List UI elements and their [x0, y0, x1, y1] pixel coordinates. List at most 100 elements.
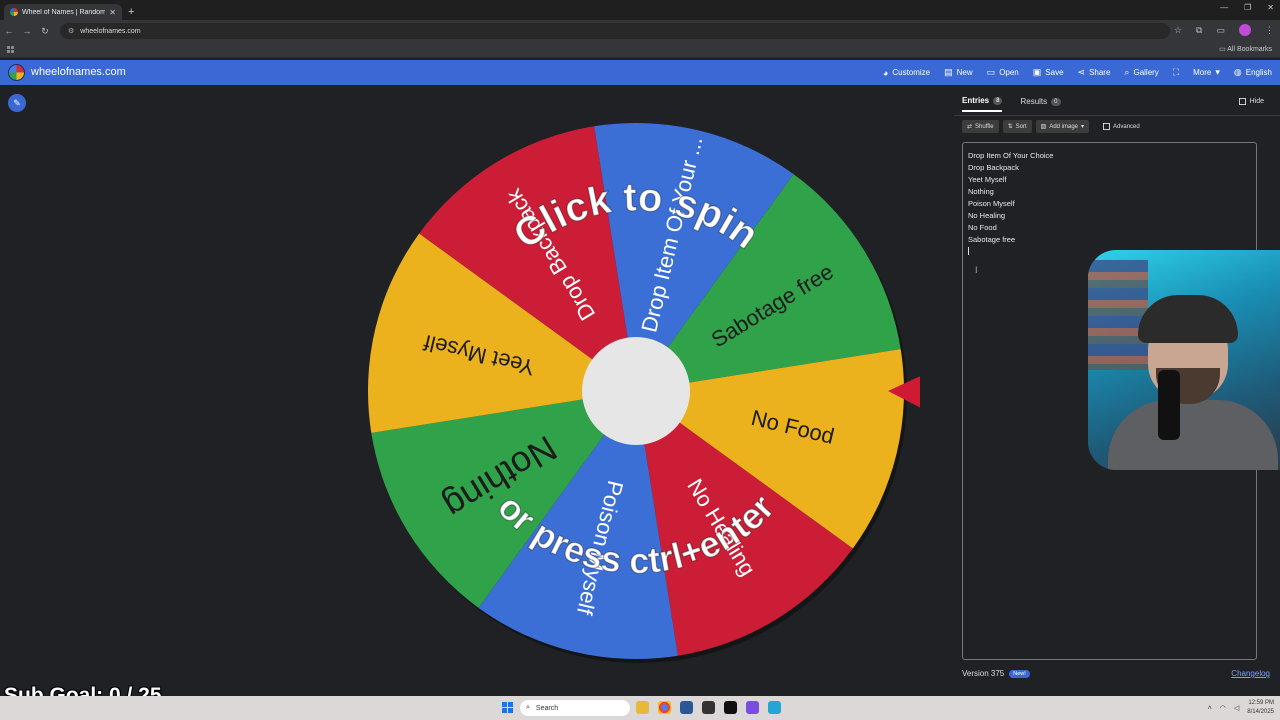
checkbox-icon	[1103, 123, 1111, 130]
language-button[interactable]: ◍ English	[1234, 67, 1272, 78]
save-button[interactable]: ▣ Save	[1033, 67, 1064, 78]
text-caret	[968, 247, 969, 255]
new-button[interactable]: ▤ New	[944, 67, 973, 78]
window-controls: — ❐ ✕	[1220, 3, 1274, 12]
entry-line: Drop Item Of Your Choice	[968, 151, 1054, 160]
minimize-icon[interactable]: —	[1220, 3, 1228, 12]
globe-icon: ◍	[1233, 67, 1242, 77]
back-icon[interactable]: ←	[0, 26, 18, 36]
wheel[interactable]: Drop Item Of Your ... Sabotage freeNo Foo…	[360, 117, 920, 677]
ibeam-cursor-icon: I	[975, 265, 978, 275]
volume-icon[interactable]: ◁	[1234, 704, 1239, 712]
entries-toolbar: ⇄ Shuffle ⇅ Sort ▧ Add image ▾ Advanced	[962, 120, 1140, 133]
chevron-up-icon[interactable]: ˄	[1208, 705, 1212, 712]
save-icon: ▣	[1032, 67, 1042, 77]
version-info: Version 375 New!	[962, 669, 1030, 678]
microphone	[1158, 370, 1180, 440]
open-button[interactable]: ▭ Open	[987, 67, 1019, 78]
wifi-icon[interactable]: ◠	[1220, 704, 1226, 712]
edit-pencil-button[interactable]: ✎	[8, 94, 26, 112]
browser-tab[interactable]: Wheel of Names | Random nam ✕	[4, 4, 122, 20]
results-count-badge: 0	[1051, 97, 1061, 106]
wheel-container[interactable]: Drop Item Of Your ... Sabotage free No Foo…	[360, 117, 920, 677]
sidebar-icon[interactable]: ▭	[1216, 25, 1225, 36]
file-icon: ▤	[944, 67, 953, 77]
entry-line: Drop Backpack	[968, 163, 1019, 172]
url-text: wheelofnames.com	[80, 27, 141, 35]
more-button[interactable]: More ▾	[1193, 67, 1220, 78]
site-info-icon[interactable]: ⚙	[68, 27, 74, 35]
sort-icon: ⇅	[1007, 124, 1013, 130]
address-bar-row: ← → ↻ ⚙ wheelofnames.com ☆ ⧉ ▭ ⋮	[0, 20, 1280, 42]
image-icon: ▧	[1040, 124, 1047, 130]
new-badge: New!	[1009, 669, 1030, 678]
all-bookmarks[interactable]: ▭ All Bookmarks	[1219, 45, 1272, 53]
wheel-favicon-icon	[10, 8, 18, 16]
browser-app-icon[interactable]	[768, 701, 781, 714]
taskbar-search[interactable]: ⌕ Search	[520, 700, 630, 716]
fullscreen-button[interactable]: ⛶	[1173, 67, 1179, 78]
brand-title[interactable]: wheelofnames.com	[31, 66, 126, 78]
clock[interactable]: 12:59 PM 8/14/2025	[1247, 699, 1274, 717]
gallery-button[interactable]: ⌕ Gallery	[1124, 67, 1158, 78]
share-button[interactable]: ⋖ Share	[1078, 67, 1111, 78]
taskbar: ⌕ Search ˄ ◠ ◁ 12:59 PM 8/14/2025	[0, 696, 1280, 720]
entry-line: No Food	[968, 223, 997, 232]
taskbar-apps	[636, 701, 781, 714]
pencil-icon: ✎	[13, 97, 21, 108]
restore-icon[interactable]: ❐	[1244, 3, 1251, 12]
discord-icon[interactable]	[746, 701, 759, 714]
close-window-icon[interactable]: ✕	[1267, 3, 1274, 12]
forward-icon[interactable]: →	[18, 26, 36, 36]
chrome-icon[interactable]	[658, 701, 671, 714]
chevron-down-icon: ▾	[1081, 124, 1085, 130]
reload-icon[interactable]: ↻	[36, 26, 54, 37]
streamer-body	[1108, 400, 1278, 470]
add-image-button[interactable]: ▧ Add image ▾	[1035, 120, 1090, 133]
tiktok-icon[interactable]	[724, 701, 737, 714]
entry-line: Poison Myself	[968, 199, 1015, 208]
browser-menu-icon[interactable]: ⋮	[1265, 25, 1274, 36]
shelf-background	[1088, 260, 1148, 370]
changelog-link[interactable]: Changelog	[1231, 669, 1270, 678]
profile-avatar[interactable]	[1239, 24, 1251, 36]
webcam-overlay	[1088, 250, 1280, 470]
shuffle-icon: ⇄	[967, 124, 973, 130]
url-field[interactable]: ⚙ wheelofnames.com	[60, 23, 1170, 39]
file-explorer-icon[interactable]	[636, 701, 649, 714]
app-header: wheelofnames.com ◕ Customize ▤ New ▭ Open ▣…	[0, 60, 1280, 85]
wheel-center-hub[interactable]	[582, 337, 690, 445]
wheel-logo-icon[interactable]	[8, 64, 25, 81]
bookmark-star-icon[interactable]: ☆	[1174, 25, 1182, 36]
customize-button[interactable]: ◕ Customize	[883, 68, 930, 78]
advanced-checkbox[interactable]: Advanced	[1103, 123, 1140, 130]
obs-icon[interactable]	[702, 701, 715, 714]
hide-checkbox[interactable]: Hide	[1238, 98, 1264, 105]
calculator-icon[interactable]	[680, 701, 693, 714]
windows-start-icon[interactable]	[502, 702, 513, 713]
entries-count-badge: 8	[993, 96, 1003, 105]
panel-tabs: Entries 8 Results 0	[962, 96, 1061, 112]
apps-grid-icon[interactable]	[7, 46, 14, 53]
entry-line: Yeet Myself	[968, 175, 1007, 184]
extensions-icon[interactable]: ⧉	[1196, 25, 1202, 36]
browser-actions: ☆ ⧉ ▭ ⋮	[1174, 24, 1274, 36]
bookmarks-bar: ▭ All Bookmarks	[0, 42, 1280, 58]
new-tab-icon[interactable]: +	[128, 6, 134, 18]
tab-results[interactable]: Results 0	[1020, 96, 1061, 112]
share-icon: ⋖	[1077, 67, 1086, 77]
chevron-down-icon: ▾	[1215, 67, 1220, 77]
entry-line: Sabotage free	[968, 235, 1016, 244]
checkbox-icon	[1238, 98, 1246, 105]
header-menu: ◕ Customize ▤ New ▭ Open ▣ Save ⋖ Share ⌕ Gall…	[883, 60, 1272, 85]
tab-entries[interactable]: Entries 8	[962, 96, 1003, 112]
palette-icon: ◕	[882, 67, 889, 78]
shuffle-button[interactable]: ⇄ Shuffle	[962, 120, 999, 133]
fullscreen-icon: ⛶	[1172, 67, 1180, 77]
search-icon: ⌕	[526, 704, 530, 711]
folder-icon: ▭	[986, 67, 996, 77]
close-tab-icon[interactable]: ✕	[109, 8, 116, 17]
system-tray: ˄ ◠ ◁ 12:59 PM 8/14/2025	[1208, 699, 1274, 717]
sort-button[interactable]: ⇅ Sort	[1002, 120, 1032, 133]
entry-line: Nothing	[968, 187, 994, 196]
